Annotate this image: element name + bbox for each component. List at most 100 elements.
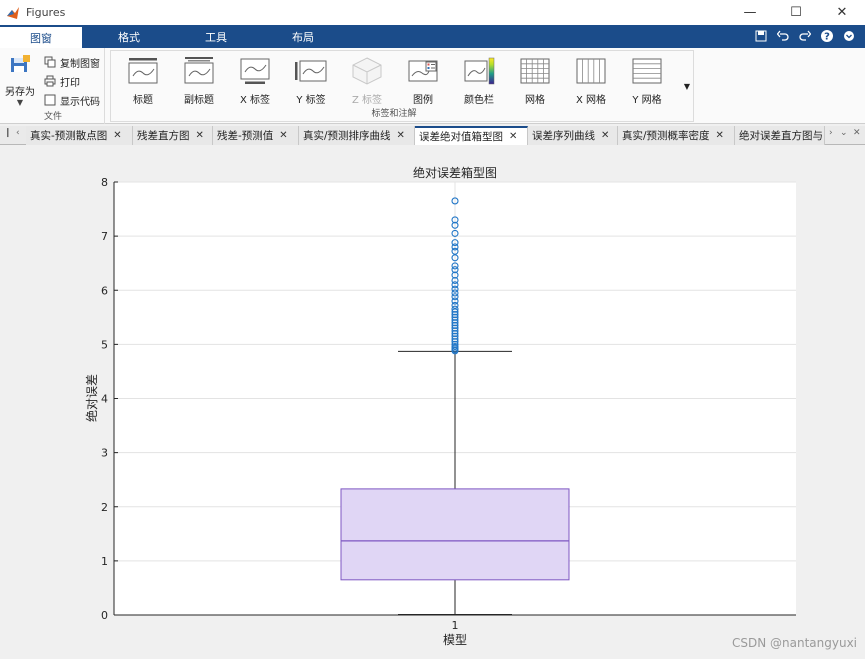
doc-tab-scatter[interactable]: 真实-预测散点图 ✕ [26,126,133,145]
subtitle-tool[interactable]: 副标题 [173,57,225,106]
subtitle-tool-label: 副标题 [184,95,214,106]
ylabel-icon [295,60,327,82]
doc-tab-label: 真实-预测散点图 [30,130,108,142]
close-tab-icon[interactable]: ✕ [397,130,405,141]
show-code-label: 显示代码 [60,96,100,108]
y-tick-label: 5 [101,338,108,351]
show-code-checkbox[interactable]: 显示代码 [44,92,100,108]
colorbar-tool[interactable]: 颜色栏 [453,57,505,106]
maximize-button[interactable]: ☐ [773,0,819,25]
expand-toolstrip-icon[interactable] [841,28,857,44]
doc-tab-sorted-curve[interactable]: 真实/预测排序曲线 ✕ [299,126,415,145]
x-tick-label: 1 [452,619,459,632]
xgrid-icon [576,58,606,84]
close-doc-icon[interactable]: ✕ [853,128,861,138]
ylabel-tool-label: Y 标签 [296,95,326,106]
ygrid-tool[interactable]: Y 网格 [621,57,673,106]
labels-annotations-group: 标题 副标题 X 标签 Y 标签 Z 标签 图例 颜色栏 网格 X 网格 Y 网… [110,50,694,122]
title-tool[interactable]: 标题 [117,57,169,106]
matlab-logo-icon [7,6,19,19]
xgrid-tool-label: X 网格 [575,95,607,106]
y-tick-label: 0 [101,609,108,622]
doc-tabs-list-icon[interactable]: ⌄ [840,128,848,138]
save-icon[interactable] [753,28,769,44]
title-tool-label: 标题 [133,95,153,106]
zlabel-tool-label: Z 标签 [351,95,383,106]
close-tab-icon[interactable]: ✕ [279,130,287,141]
save-as-button[interactable]: 另存为 ▼ [4,54,36,107]
watermark: CSDN @nantangyuxi [731,636,857,650]
title-icon [128,58,158,84]
doc-tab-label: 残差-预测值 [217,130,274,142]
x-axis-label: 模型 [443,633,467,647]
doc-tab-label: 真实/预测排序曲线 [303,130,391,142]
close-window-button[interactable]: ✕ [819,0,865,25]
legend-tool-label: 图例 [413,95,433,106]
doc-tab-label: 误差绝对值箱型图 [419,131,503,143]
y-tick-label: 8 [101,176,108,189]
y-tick-label: 7 [101,230,108,243]
doc-tab-error-series[interactable]: 误差序列曲线 ✕ [528,126,618,145]
legend-tool[interactable]: 图例 [397,57,449,106]
xlabel-tool-label: X 标签 [239,95,271,106]
colorbar-icon [464,57,495,85]
toolstrip-tabs: 图窗 格式 工具 布局 ? [0,25,865,48]
copy-figure-label: 复制图窗 [60,58,100,70]
colorbar-tool-label: 颜色栏 [464,95,494,106]
y-tick-label: 3 [101,447,108,460]
box-iqr [340,488,570,581]
doc-tabs-menu-icon[interactable]: ❙ [4,128,12,138]
window-titlebar: Figures — ☐ ✕ [0,0,865,25]
save-as-icon [11,55,30,72]
copy-figure-button[interactable]: 复制图窗 [44,54,100,70]
xlabel-icon [240,58,270,84]
zlabel-tool[interactable]: Z 标签 [341,57,393,106]
doc-tab-label: 残差直方图 [137,130,190,142]
y-tick-label: 4 [101,393,108,406]
redo-icon[interactable] [797,28,813,44]
file-group: 另存为 ▼ 复制图窗 打印 显示代码 文件 [0,48,105,124]
tab-figure[interactable]: 图窗 [0,25,82,48]
y-tick-label: 1 [101,555,108,568]
close-tab-icon[interactable]: ✕ [196,130,204,141]
close-tab-icon[interactable]: ✕ [601,130,609,141]
y-tick-label: 6 [101,284,108,297]
doc-tabs-left-icon[interactable]: ‹ [16,128,20,138]
doc-tab-residual-hist[interactable]: 残差直方图 ✕ [133,126,213,145]
ygrid-tool-label: Y 网格 [632,95,662,106]
tab-tools[interactable]: 工具 [175,25,257,48]
doc-tab-residual-pred[interactable]: 残差-预测值 ✕ [213,126,299,145]
ylabel-tool[interactable]: Y 标签 [285,57,337,106]
copy-icon [44,56,56,68]
help-icon[interactable]: ? [819,28,835,44]
figure-doc-tabs: ❙ ‹ 真实-预测散点图 ✕ 残差直方图 ✕ 残差-预测值 ✕ 真实/预测排序曲线 ✕ … [0,126,865,145]
print-button[interactable]: 打印 [44,73,80,89]
xlabel-tool[interactable]: X 标签 [229,57,281,106]
close-tab-icon[interactable]: ✕ [509,131,517,142]
doc-tab-abs-error-box[interactable]: 误差绝对值箱型图 ✕ [415,126,528,145]
gallery-dropdown-icon[interactable]: ▼ [679,50,695,122]
boxplot-chart[interactable]: 0 1 2 3 4 5 6 7 8 1 绝对误差箱型图 模型 绝对误差 [0,146,865,656]
svg-text:?: ? [824,32,830,43]
minimize-button[interactable]: — [727,0,773,25]
doc-tab-abs-error-hist[interactable]: 绝对误差直方图与 [735,126,825,145]
save-as-arrow-icon[interactable]: ▼ [4,98,36,107]
y-tick-label: 2 [101,501,108,514]
checkbox-icon [44,94,56,106]
doc-tab-density[interactable]: 真实/预测概率密度 ✕ [618,126,735,145]
xgrid-tool[interactable]: X 网格 [565,57,617,106]
figure-area: 0 1 2 3 4 5 6 7 8 1 绝对误差箱型图 模型 绝对误差 CSDN @nantan… [0,146,865,656]
print-icon [44,75,56,87]
undo-icon[interactable] [775,28,791,44]
doc-tabs-right-icon[interactable]: › [829,128,833,138]
close-tab-icon[interactable]: ✕ [113,130,121,141]
doc-tab-label: 真实/预测概率密度 [622,130,710,142]
y-axis-label: 绝对误差 [84,374,99,422]
save-as-label: 另存为 [5,87,35,98]
close-tab-icon[interactable]: ✕ [716,130,724,141]
tab-layout[interactable]: 布局 [262,25,344,48]
file-group-label: 文件 [44,112,63,122]
tab-format[interactable]: 格式 [88,25,170,48]
grid-tool[interactable]: 网格 [509,57,561,106]
zlabel-icon [352,57,382,85]
